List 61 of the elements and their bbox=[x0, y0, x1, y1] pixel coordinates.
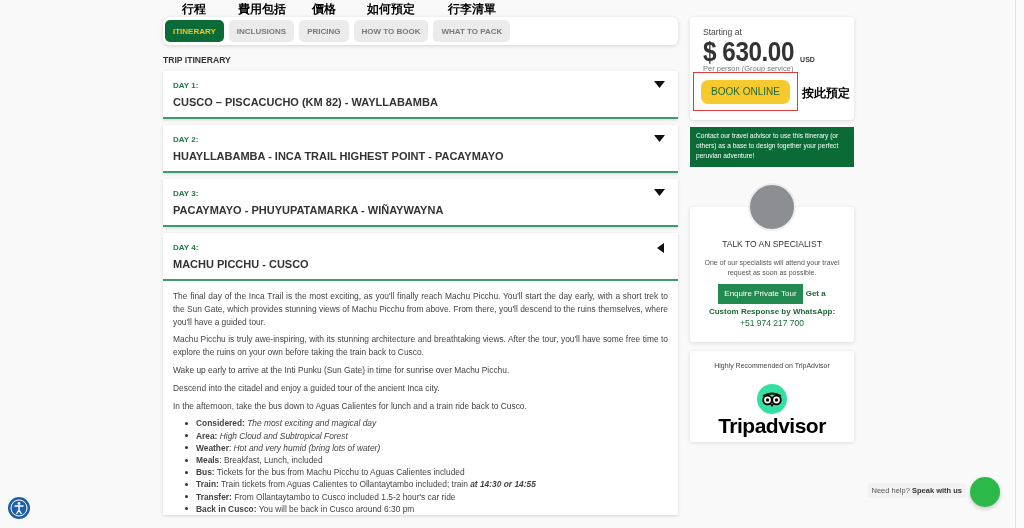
detail-item: Transfer: From Ollantaytambo to Cusco included 1.5-2 hour's car ride bbox=[196, 490, 456, 503]
detail-item: Area: High Cloud and Subtropical Forest bbox=[196, 429, 348, 442]
detail-item: Considered: The most exciting and magical day bbox=[196, 417, 377, 430]
owl-logo-icon bbox=[757, 384, 787, 414]
avatar-photo-placeholder bbox=[748, 183, 796, 231]
collapse-arrow-icon[interactable] bbox=[657, 243, 665, 253]
paragraph: The final day of the Inca Trail is the most exciting, as you'll finally reach Machu Picchu. You'll start the day early, with a short trek to the Sun Gate, which provides stunning views of Machu Picchu from above. From there, you'll descend to the ruins themselves, where you'll have a guided tour. bbox=[173, 290, 668, 329]
day-header[interactable]: DAY 4: MACHU PICCHU - CUSCO bbox=[163, 233, 678, 281]
section-title: TRIP ITINERARY bbox=[163, 55, 232, 65]
paragraph: Descend into the citadel and enjoy a guided tour of the ancient Inca city. bbox=[173, 381, 441, 395]
bullet-dot bbox=[185, 434, 188, 438]
annotation-label: 如何預定 bbox=[367, 1, 415, 19]
tripadvisor-wordmark: Tripadvisor bbox=[718, 414, 826, 438]
paragraph: In the afternoon, take the bus down to Aguas Calientes for lunch and a train ride back to Cusco. bbox=[173, 399, 528, 413]
tab[interactable]: PRICING bbox=[299, 20, 349, 43]
day-title: MACHU PICCHU - CUSCO bbox=[173, 257, 309, 270]
day-header[interactable]: DAY 3: PACAYMAYO - PHUYUPATAMARKA - WIÑAYWAYNA bbox=[163, 179, 678, 227]
tab[interactable]: ITINERARY bbox=[165, 20, 224, 43]
enquire-button[interactable]: Enquire Private Tour bbox=[718, 283, 803, 304]
annotation-label: 行李清單 bbox=[447, 1, 496, 19]
detail-item: Bus: Tickets for the bus from Machu Picchu to Aguas Calientes included bbox=[196, 466, 465, 479]
dropdown-arrow-icon[interactable] bbox=[654, 189, 665, 196]
detail-item: Meals: Breakfast, Lunch, included bbox=[196, 454, 323, 467]
bullet-dot bbox=[185, 421, 188, 425]
price-caption: Starting at bbox=[703, 27, 743, 37]
annotation-label: 按此預定 bbox=[802, 85, 850, 102]
day-label: DAY 3: bbox=[173, 188, 199, 198]
paragraph: Machu Picchu is truly awe-inspiring, with its stunning architecture and breathtaking views. After the tour, you'll have some free time to explore the ruins on your own before taking the train back to Cusco. bbox=[173, 333, 668, 359]
dropdown-arrow-icon[interactable] bbox=[654, 135, 665, 142]
bullet-dot bbox=[185, 470, 188, 474]
tab[interactable]: HOW TO BOOK bbox=[353, 20, 429, 43]
accessibility-icon[interactable] bbox=[8, 497, 30, 519]
day-header[interactable]: DAY 2: HUAYLLABAMBA - INCA TRAIL HIGHEST POINT - PACAYMAYO bbox=[163, 125, 678, 173]
price-amount: $ 630.00 bbox=[703, 38, 794, 66]
paragraph: Wake up early to arrive at the Inti Punku (Sun Gate) in time for sunrise over Machu Picchu. bbox=[173, 364, 511, 377]
day-label: DAY 2: bbox=[173, 134, 199, 144]
detail-item: Back in Cusco: You will be back in Cusco around 6:30 pm bbox=[196, 502, 415, 515]
bullet-dot bbox=[185, 458, 188, 462]
day-title: HUAYLLABAMBA - INCA TRAIL HIGHEST POINT - PACAYMAYO bbox=[173, 149, 504, 162]
bullet-dot bbox=[185, 495, 188, 499]
day-title: PACAYMAYO - PHUYUPATAMARKA - WIÑAYWAYNA bbox=[173, 203, 444, 216]
day-label: DAY 1: bbox=[173, 80, 199, 90]
whatsapp-text: Custom Response by WhatsApp: bbox=[707, 307, 837, 316]
bullet-dot bbox=[185, 507, 188, 511]
tab[interactable]: INCLUSIONS bbox=[228, 20, 295, 43]
dropdown-arrow-icon[interactable] bbox=[654, 81, 665, 88]
annotation-label: 價格 bbox=[311, 1, 336, 19]
detail-item: Weather: Hot and very humid (bring lots of water) bbox=[196, 441, 381, 454]
day-title: CUSCO – PISCACUCHO (KM 82) - WAYLLABAMBA bbox=[173, 95, 438, 108]
bullet-dot bbox=[185, 483, 188, 486]
day-header[interactable]: DAY 1: CUSCO – PISCACUCHO (KM 82) - WAYLLABAMBA bbox=[163, 71, 678, 119]
specialist-title: TALK TO AN SPECIALIST bbox=[721, 239, 823, 249]
detail-item: Train: Train tickets from Aguas Calientes to Ollantaytambo included; train at 14:30 or 14:55 bbox=[196, 478, 536, 491]
annotation-label: 費用包括 bbox=[237, 1, 286, 19]
annotation-label: 行程 bbox=[182, 1, 207, 19]
whatsapp-text: Get a bbox=[805, 289, 826, 298]
book-online-button[interactable]: BOOK ONLINE bbox=[701, 79, 790, 104]
tab[interactable]: WHAT TO PACK bbox=[433, 20, 511, 43]
bullet-dot bbox=[185, 446, 188, 450]
phone-number: +51 974 217 700 bbox=[738, 318, 806, 328]
day-label: DAY 4: bbox=[173, 242, 199, 252]
